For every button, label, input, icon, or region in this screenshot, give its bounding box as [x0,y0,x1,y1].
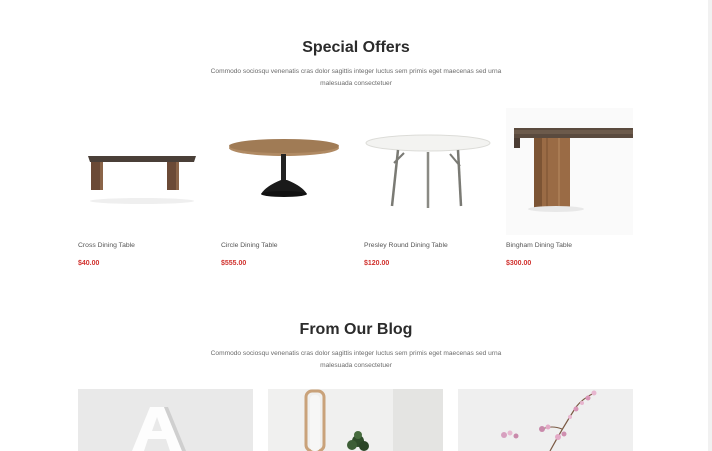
product-card[interactable]: Bingham Dining Table $300.00 [506,108,633,278]
flower-branch-vase-image[interactable] [458,389,633,451]
circle-dining-table-image[interactable] [221,108,348,235]
product-card[interactable]: Circle Dining Table $555.00 [221,108,348,278]
product-name[interactable]: Circle Dining Table [221,242,278,249]
cross-dining-table-image[interactable] [78,108,205,235]
product-card[interactable]: Presley Round Dining Table $120.00 [364,108,491,278]
product-name[interactable]: Cross Dining Table [78,242,135,249]
presley-round-table-image[interactable] [364,108,491,235]
blog-section-title: From Our Blog [299,321,413,338]
letter-a-decor-image[interactable] [78,389,253,451]
product-price: $555.00 [221,260,247,267]
product-name[interactable]: Presley Round Dining Table [364,242,448,249]
product-name[interactable]: Bingham Dining Table [506,242,572,249]
blog-post-card[interactable] [78,389,253,451]
product-carousel: Cross Dining Table $40.00 Circle Dining … [78,108,634,278]
product-price: $300.00 [506,260,532,267]
special-offers-title: Special Offers [302,39,410,56]
blog-post-card[interactable] [458,389,633,451]
blog-section-description: Commodo sociosqu venenatis cras dolor sa… [210,350,502,369]
mirror-plant-image[interactable] [268,389,443,451]
bingham-dining-table-image[interactable] [506,108,633,235]
special-offers-description: Commodo sociosqu venenatis cras dolor sa… [210,68,502,87]
product-price: $40.00 [78,260,100,267]
product-card[interactable]: Cross Dining Table $40.00 [78,108,205,278]
blog-post-card[interactable] [268,389,443,451]
page-scrollbar[interactable] [708,0,712,451]
product-price: $120.00 [364,260,390,267]
blog-post-list [78,389,634,451]
